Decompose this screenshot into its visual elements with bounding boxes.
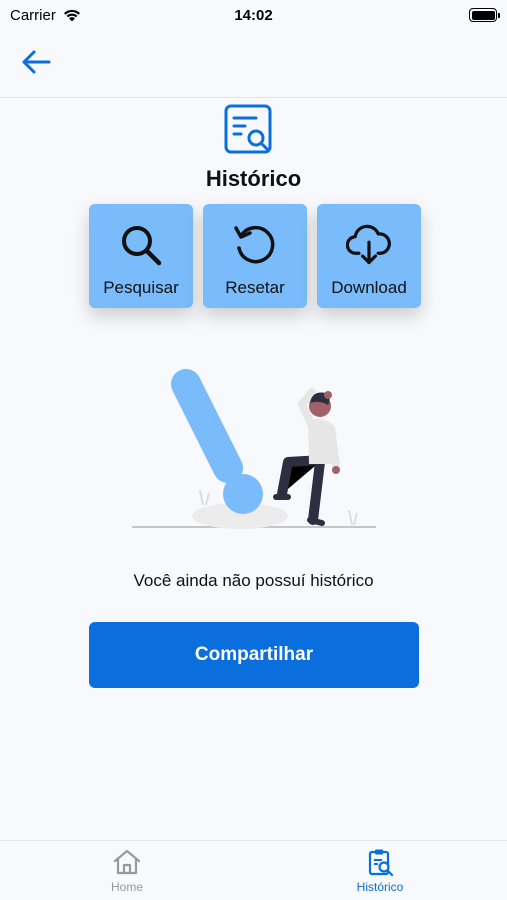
reset-icon bbox=[232, 222, 278, 268]
document-search-icon bbox=[224, 104, 272, 154]
tab-home-label: Home bbox=[110, 880, 143, 894]
back-button[interactable] bbox=[18, 46, 54, 78]
page-title: Histórico bbox=[205, 166, 302, 191]
wifi-icon bbox=[63, 9, 80, 22]
cloud-download-icon bbox=[346, 222, 392, 268]
reset-button[interactable]: Resetar bbox=[203, 204, 307, 308]
status-bar: Carrier 14:02 bbox=[0, 0, 507, 30]
download-button-label: Download bbox=[331, 278, 407, 297]
battery-icon bbox=[469, 8, 500, 22]
tab-historico-label: Histórico bbox=[356, 880, 404, 894]
search-icon bbox=[118, 222, 164, 268]
tab-historico[interactable]: Histórico bbox=[320, 847, 440, 894]
download-button[interactable]: Download bbox=[317, 204, 421, 308]
tab-bar: Home Histórico bbox=[0, 840, 507, 900]
history-icon bbox=[368, 849, 394, 877]
empty-state-illustration bbox=[132, 369, 376, 529]
arrow-left-icon bbox=[22, 50, 51, 74]
empty-state-message: Você ainda não possuí histórico bbox=[133, 571, 374, 590]
share-button[interactable]: Compartilhar bbox=[89, 622, 419, 688]
search-button[interactable]: Pesquisar bbox=[89, 204, 193, 308]
carrier-label: Carrier bbox=[10, 6, 56, 24]
status-left: Carrier bbox=[10, 7, 82, 24]
action-buttons: Pesquisar Resetar Download bbox=[89, 204, 421, 308]
reset-button-label: Resetar bbox=[225, 278, 285, 297]
search-button-label: Pesquisar bbox=[103, 278, 179, 297]
tab-home[interactable]: Home bbox=[67, 847, 187, 894]
nav-header bbox=[0, 30, 507, 98]
battery-fill bbox=[471, 10, 495, 20]
home-icon bbox=[113, 849, 141, 875]
